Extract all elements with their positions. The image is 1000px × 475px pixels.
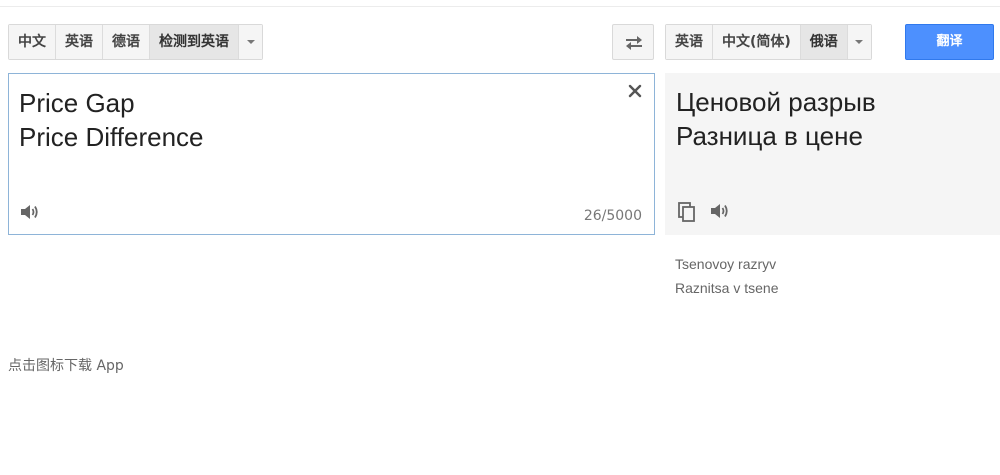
swap-arrows-icon [626, 36, 642, 50]
source-lang-english[interactable]: 英语 [56, 25, 103, 59]
speaker-icon [711, 204, 728, 218]
translate-page: 中文 英语 德语 检测到英语 英语 中文(简体) 俄语 翻译 Price Gap… [0, 0, 1000, 475]
source-language-bar: 中文 英语 德语 检测到英语 [8, 24, 263, 60]
source-text-input[interactable]: Price Gap Price Difference [19, 86, 609, 154]
copy-icon [678, 202, 695, 222]
translated-text: Ценовой разрыв Разница в цене [676, 87, 876, 151]
top-divider [0, 6, 1000, 7]
source-lang-german[interactable]: 德语 [103, 25, 150, 59]
character-count: 26/5000 [583, 208, 642, 224]
speaker-icon [21, 205, 38, 219]
target-text-panel: Ценовой разрыв Разница в цене [665, 73, 1000, 235]
source-lang-dropdown[interactable] [239, 25, 262, 59]
chevron-down-icon [855, 40, 864, 44]
copy-translation-button[interactable] [677, 201, 697, 223]
source-listen-button[interactable] [19, 202, 41, 222]
target-listen-button[interactable] [709, 201, 731, 221]
source-lang-chinese[interactable]: 中文 [9, 25, 56, 59]
chevron-down-icon [246, 40, 255, 44]
target-lang-dropdown[interactable] [847, 25, 871, 59]
download-app-link[interactable]: 点击图标下载 App [8, 355, 124, 375]
translate-button[interactable]: 翻译 [905, 24, 994, 60]
target-lang-english[interactable]: 英语 [666, 25, 713, 59]
source-lang-detected[interactable]: 检测到英语 [150, 25, 239, 59]
target-language-bar: 英语 中文(简体) 俄语 [665, 24, 872, 60]
target-lang-russian[interactable]: 俄语 [800, 25, 848, 59]
transliteration-text: Tsenovoy razryv Raznitsa v tsene [675, 256, 779, 296]
clear-source-button[interactable] [626, 82, 644, 100]
source-text-panel: Price Gap Price Difference 26/5000 [8, 73, 655, 235]
target-lang-chinese-simplified[interactable]: 中文(简体) [713, 25, 801, 59]
swap-languages-button[interactable] [612, 24, 654, 60]
close-icon [628, 84, 642, 98]
